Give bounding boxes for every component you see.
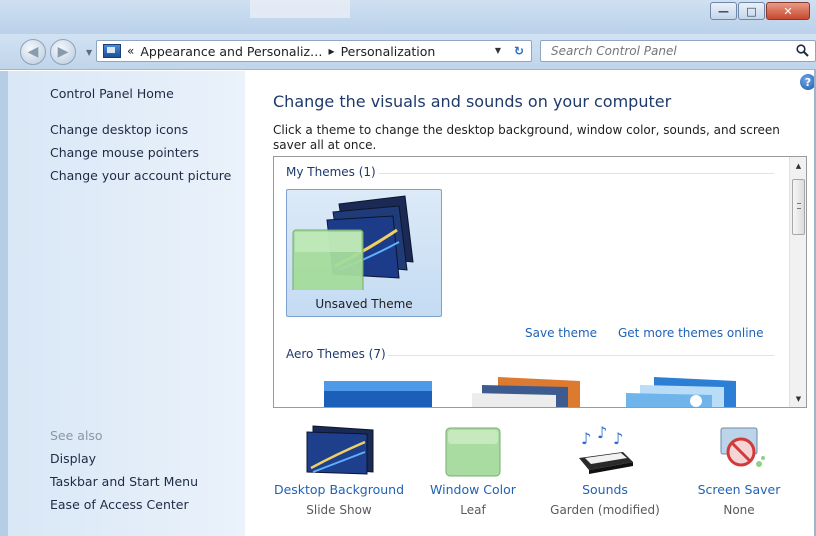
get-more-themes-link[interactable]: Get more themes online <box>618 326 764 340</box>
svg-text:♪: ♪ <box>613 429 623 448</box>
aero-theme-preview-3[interactable] <box>626 377 738 408</box>
aero-themes-label: Aero Themes (7) <box>286 347 386 361</box>
window-controls: — □ ✕ <box>710 2 810 20</box>
minimize-icon: — <box>718 4 729 18</box>
desktop-background-icon <box>306 425 374 475</box>
see-also-ease-of-access-link[interactable]: Ease of Access Center <box>50 497 189 512</box>
save-theme-link[interactable]: Save theme <box>525 326 597 340</box>
search-input[interactable] <box>551 41 781 61</box>
see-also-taskbar-link[interactable]: Taskbar and Start Menu <box>50 474 198 489</box>
screen-saver-value: None <box>723 503 755 517</box>
unsaved-theme-tile[interactable]: Unsaved Theme <box>286 189 442 317</box>
screen-saver-label[interactable]: Screen Saver <box>669 482 809 497</box>
sidebar-link-desktop-icons[interactable]: Change desktop icons <box>50 122 188 137</box>
desktop-background-value: Slide Show <box>306 503 372 517</box>
window-color-label[interactable]: Window Color <box>403 482 543 497</box>
scroll-grip-icon <box>797 203 801 209</box>
sounds-icon: ♪ ♪ ♪ <box>579 424 633 474</box>
breadcrumb-overflow[interactable]: « <box>127 44 134 58</box>
breadcrumb-appearance[interactable]: Appearance and Personaliz… <box>140 44 322 59</box>
group-divider <box>379 173 774 174</box>
close-icon: ✕ <box>783 4 793 18</box>
theme-list-scrollbar[interactable]: ▲ ▼ <box>789 157 806 407</box>
sounds-label[interactable]: Sounds <box>535 482 675 497</box>
maximize-button[interactable]: □ <box>738 2 765 20</box>
minimize-button[interactable]: — <box>710 2 737 20</box>
page-title: Change the visuals and sounds on your co… <box>273 92 672 111</box>
theme-list: My Themes (1) Unsaved Theme Save theme G… <box>273 156 807 408</box>
aero-theme-preview-1[interactable] <box>324 381 432 408</box>
aero-theme-preview-2[interactable] <box>472 377 582 408</box>
forward-button[interactable]: ▶ <box>50 39 76 65</box>
close-button[interactable]: ✕ <box>766 2 810 20</box>
search-box[interactable] <box>540 40 816 62</box>
back-arrow-icon: ◀ <box>27 44 39 60</box>
maximize-icon: □ <box>746 4 757 18</box>
refresh-icon[interactable]: ↻ <box>508 41 530 61</box>
control-panel-home-link[interactable]: Control Panel Home <box>50 86 174 101</box>
scroll-up-icon[interactable]: ▲ <box>790 157 806 174</box>
selected-theme-name: Unsaved Theme <box>315 297 413 311</box>
see-also-display-link[interactable]: Display <box>50 451 96 466</box>
breadcrumb-separator-icon[interactable]: ▸ <box>329 44 335 58</box>
sidebar-link-account-picture[interactable]: Change your account picture <box>50 168 231 183</box>
control-panel-icon <box>103 44 121 58</box>
desktop-background-label[interactable]: Desktop Background <box>269 482 409 497</box>
sidebar: Control Panel Home Change desktop icons … <box>0 71 245 536</box>
scroll-down-icon[interactable]: ▼ <box>790 390 806 407</box>
title-bar: — □ ✕ <box>0 0 816 34</box>
screen-saver-icon <box>720 427 765 467</box>
svg-text:♪: ♪ <box>581 429 591 448</box>
window-color-value: Leaf <box>460 503 486 517</box>
svg-text:♪: ♪ <box>597 424 607 442</box>
scroll-thumb[interactable] <box>792 179 805 235</box>
recent-pages-dropdown-icon[interactable]: ▼ <box>86 48 92 57</box>
group-divider <box>388 355 774 356</box>
back-button[interactable]: ◀ <box>20 39 46 65</box>
see-also-heading: See also <box>50 428 103 443</box>
sounds-value: Garden (modified) <box>550 503 660 517</box>
address-bar[interactable]: « Appearance and Personaliz… ▸ Personali… <box>96 40 532 62</box>
theme-preview-icon <box>292 195 414 290</box>
search-icon[interactable] <box>796 44 809 57</box>
my-themes-label: My Themes (1) <box>286 165 376 179</box>
window-color-icon <box>445 427 501 477</box>
title-bar-highlight <box>250 0 350 18</box>
address-dropdown-icon[interactable]: ▼ <box>495 46 501 55</box>
sidebar-link-mouse-pointers[interactable]: Change mouse pointers <box>50 145 199 160</box>
page-description: Click a theme to change the desktop back… <box>273 123 780 152</box>
breadcrumb-personalization[interactable]: Personalization <box>341 44 436 59</box>
forward-arrow-icon: ▶ <box>57 44 69 60</box>
